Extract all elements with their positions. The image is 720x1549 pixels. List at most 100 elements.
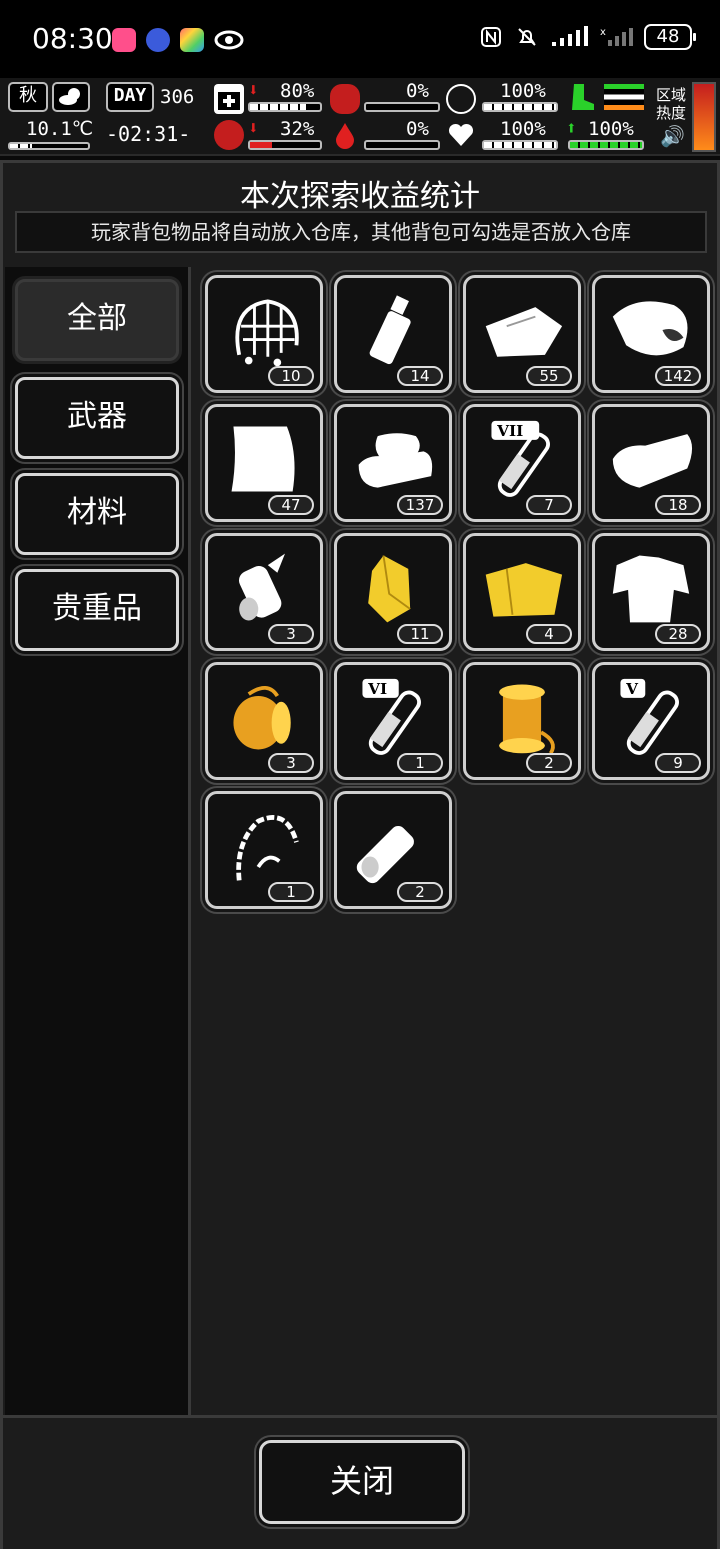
stamina-bar-fill	[570, 142, 642, 148]
shield-icon	[446, 84, 476, 114]
svg-text:VII: VII	[496, 422, 523, 440]
battery-icon: 48	[644, 24, 696, 50]
stamina-stripes	[604, 84, 644, 110]
item-slot[interactable]: VII 7	[463, 404, 581, 522]
item-count: 1	[268, 882, 314, 902]
category-sidebar: 全部 武器 材料 贵重品	[5, 267, 191, 1415]
health-bar	[248, 102, 322, 112]
medkit-icon	[214, 84, 244, 114]
category-tab-weapons[interactable]: 武器	[15, 377, 179, 459]
season-badge: 秋	[8, 82, 48, 112]
panel-subtitle: 玩家背包物品将自动放入仓库，其他背包可勾选是否放入仓库	[15, 211, 707, 253]
weather-icon	[52, 82, 90, 112]
item-slot[interactable]: 55	[463, 275, 581, 393]
shield-value: 100%	[500, 80, 546, 102]
item-slot[interactable]: 10	[205, 275, 323, 393]
item-slot[interactable]: V9	[592, 662, 710, 780]
day-value: 306	[160, 86, 195, 108]
shield-bar-fill	[484, 104, 556, 110]
svg-text:VI: VI	[367, 680, 387, 698]
infection-value: 32%	[280, 118, 315, 140]
app-icon-colorful	[180, 28, 204, 52]
temperature-value: 10.1℃	[26, 118, 94, 140]
infection-bar-fill	[250, 142, 273, 148]
heart-icon	[446, 120, 476, 150]
item-slot[interactable]: 1	[205, 791, 323, 909]
region-heat-label: 区域 热度	[656, 86, 686, 122]
app-icon-lala	[112, 28, 136, 52]
stomach-bar	[364, 102, 440, 112]
item-count: 9	[655, 753, 701, 773]
category-tab-materials[interactable]: 材料	[15, 473, 179, 555]
heart-bar-fill	[484, 142, 556, 148]
heart-value: 100%	[500, 118, 546, 140]
stamina-bar	[568, 140, 644, 150]
item-count: 2	[526, 753, 572, 773]
stamina-up-arrow-icon: ⬆	[566, 118, 577, 139]
item-count: 47	[268, 495, 314, 515]
stamina-value: 100%	[588, 118, 634, 140]
signal-icon	[550, 24, 590, 50]
infection-bar	[248, 140, 322, 150]
item-slot[interactable]: 3	[205, 662, 323, 780]
item-slot[interactable]: 14	[334, 275, 452, 393]
day-label: DAY	[106, 82, 154, 112]
health-value: 80%	[280, 80, 315, 102]
item-slot[interactable]: 18	[592, 404, 710, 522]
item-count: 3	[268, 753, 314, 773]
exploration-summary-panel: 本次探索收益统计 玩家背包物品将自动放入仓库，其他背包可勾选是否放入仓库 全部 …	[0, 160, 720, 1549]
item-slot[interactable]: VI 1	[334, 662, 452, 780]
item-count: 10	[268, 366, 314, 386]
health-bar-fill	[250, 104, 306, 110]
item-slot[interactable]: 28	[592, 533, 710, 651]
item-count: 28	[655, 624, 701, 644]
svg-text:x: x	[600, 27, 606, 38]
stomach-value: 0%	[406, 80, 429, 102]
item-count: 1	[397, 753, 443, 773]
item-count: 14	[397, 366, 443, 386]
item-slot[interactable]: 142	[592, 275, 710, 393]
item-slot[interactable]: 4	[463, 533, 581, 651]
item-count: 11	[397, 624, 443, 644]
item-count: 18	[655, 495, 701, 515]
blood-bar	[364, 140, 440, 150]
item-slot[interactable]: 11	[334, 533, 452, 651]
temperature-bar	[8, 142, 90, 150]
region-heat-label-line2: 热度	[656, 104, 687, 122]
infection-down-arrow-icon: ⬇	[248, 118, 259, 139]
item-slot[interactable]: 2	[334, 791, 452, 909]
svg-text:V: V	[625, 680, 639, 698]
item-count: 7	[526, 495, 572, 515]
status-bar: 08:30 x 48	[0, 0, 720, 78]
stomach-icon	[330, 84, 360, 114]
item-count: 55	[526, 366, 572, 386]
panel-footer: 关闭	[3, 1415, 717, 1549]
item-count: 2	[397, 882, 443, 902]
item-count: 142	[655, 366, 701, 386]
item-slot[interactable]: 3	[205, 533, 323, 651]
mute-icon	[514, 24, 540, 50]
heart-bar	[482, 140, 558, 150]
region-heat-meter	[692, 82, 716, 152]
category-tab-valuables[interactable]: 贵重品	[15, 569, 179, 651]
item-slot[interactable]: 137	[334, 404, 452, 522]
item-slot[interactable]: 2	[463, 662, 581, 780]
speaker-icon[interactable]: 🔊	[660, 124, 685, 148]
virus-icon	[214, 120, 244, 150]
nfc-icon	[478, 24, 504, 50]
category-tab-all[interactable]: 全部	[15, 279, 179, 361]
item-count: 3	[268, 624, 314, 644]
blood-drop-icon	[330, 120, 360, 150]
health-down-arrow-icon: ⬇	[248, 80, 259, 101]
item-count: 137	[397, 495, 443, 515]
item-slot[interactable]: 47	[205, 404, 323, 522]
close-button[interactable]: 关闭	[259, 1440, 465, 1524]
signal-x-icon: x	[600, 24, 634, 50]
app-icon-game	[146, 28, 170, 52]
game-hud: 秋 10.1℃ DAY 306 -02:31- ⬇ 80% ⬇ 32% 0% 0…	[0, 78, 720, 156]
blood-value: 0%	[406, 118, 429, 140]
eye-icon	[214, 28, 244, 52]
panel-title: 本次探索收益统计	[240, 179, 480, 214]
region-heat-label-line1: 区域	[656, 86, 687, 104]
item-count: 4	[526, 624, 572, 644]
